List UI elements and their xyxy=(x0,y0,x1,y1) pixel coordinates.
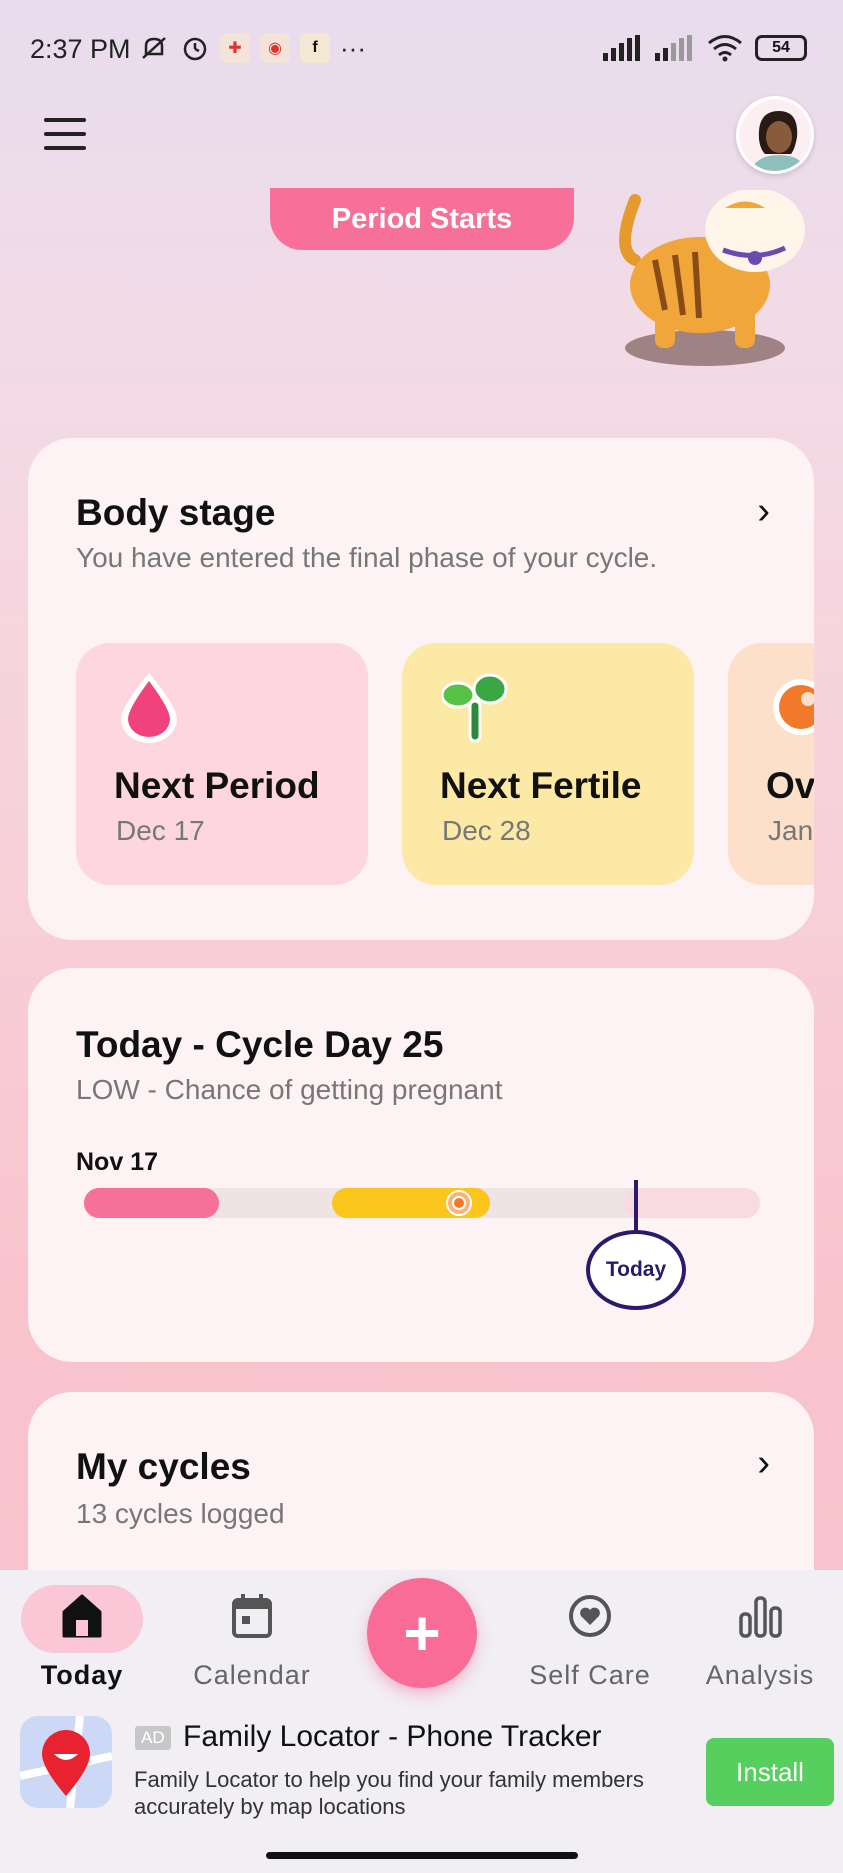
signal-icon xyxy=(603,35,640,61)
avatar[interactable] xyxy=(736,96,814,174)
signal-icon xyxy=(655,35,692,61)
home-icon xyxy=(62,1594,102,1638)
chevron-right-icon[interactable]: › xyxy=(757,1442,770,1485)
today-marker-line xyxy=(634,1180,638,1236)
ad-title[interactable]: Family Locator - Phone Tracker xyxy=(183,1720,602,1754)
next-ovulation-card[interactable]: Ovu Jan xyxy=(728,643,814,885)
body-stage-title: Body stage xyxy=(76,492,276,533)
avatar-image xyxy=(739,99,811,171)
nav-calendar[interactable]: Calendar xyxy=(172,1570,332,1710)
cycle-day-title: Today - Cycle Day 25 xyxy=(76,1024,444,1065)
family-locator-app-icon xyxy=(20,1716,112,1808)
calendar-icon xyxy=(232,1594,272,1638)
install-button[interactable]: Install xyxy=(706,1738,834,1806)
heart-icon xyxy=(569,1595,611,1637)
ovulation-icon xyxy=(773,679,814,735)
mute-bell-icon xyxy=(142,37,166,59)
today-marker-bubble[interactable]: Today xyxy=(586,1230,686,1310)
ovulation-marker-icon xyxy=(446,1190,472,1216)
cat-mascot-illustration xyxy=(619,190,805,366)
nav-self-care[interactable]: Self Care xyxy=(510,1570,670,1710)
next-period-date: Dec 17 xyxy=(116,815,205,846)
period-segment xyxy=(84,1188,219,1218)
chevron-right-icon[interactable]: › xyxy=(757,490,770,533)
ad-description: Family Locator to help you find your fam… xyxy=(134,1767,644,1819)
home-indicator[interactable] xyxy=(266,1852,578,1859)
pregnancy-chance-text: LOW - Chance of getting pregnant xyxy=(76,1074,503,1105)
nav-today[interactable]: Today xyxy=(2,1570,162,1710)
status-time: 2:37 PM xyxy=(30,34,131,64)
today-cycle-card[interactable]: Today - Cycle Day 25 LOW - Chance of get… xyxy=(28,968,814,1362)
my-cycles-title: My cycles xyxy=(76,1446,251,1487)
next-fertile-card[interactable]: Next Fertile Dec 28 xyxy=(402,643,694,885)
next-ovulation-date: Jan xyxy=(768,815,814,846)
facebook-icon: f xyxy=(300,33,330,63)
status-bar: 2:37 PM ✚ ◉ f ··· 54 xyxy=(0,0,843,100)
add-button[interactable]: + xyxy=(367,1578,477,1688)
ad-badge: AD xyxy=(135,1726,171,1750)
ad-banner[interactable]: AD Family Locator - Phone Tracker Family… xyxy=(0,1710,843,1873)
menu-icon[interactable] xyxy=(44,118,86,152)
cycles-logged-text: 13 cycles logged xyxy=(76,1498,285,1529)
next-period-title: Next Period xyxy=(114,765,320,806)
nav-today-label: Today xyxy=(40,1660,124,1690)
body-stage-card[interactable]: Body stage › You have entered the final … xyxy=(28,438,814,940)
cycle-start-date: Nov 17 xyxy=(76,1148,158,1176)
period-starts-banner[interactable]: Period Starts xyxy=(270,188,574,250)
next-fertile-date: Dec 28 xyxy=(442,815,531,846)
status-notification-icons: ✚ ◉ f ··· xyxy=(138,32,366,64)
body-stage-subtitle: You have entered the final phase of your… xyxy=(76,542,658,573)
nav-analysis[interactable]: Analysis xyxy=(680,1570,840,1710)
wifi-icon xyxy=(708,35,742,62)
drop-icon xyxy=(121,673,177,743)
more-notifications-icon: ··· xyxy=(340,32,366,63)
remaining-segment xyxy=(624,1188,760,1218)
app-notification-icon: ✚ xyxy=(220,33,250,63)
battery-indicator: 54 xyxy=(755,35,807,61)
next-fertile-title: Next Fertile xyxy=(440,765,642,806)
nav-self-care-label: Self Care xyxy=(529,1660,651,1690)
next-ovulation-title: Ovu xyxy=(766,765,814,806)
bar-chart-icon xyxy=(739,1596,782,1638)
app-notification-icon: ◉ xyxy=(260,33,290,63)
sprout-icon xyxy=(442,673,508,743)
stage-cards-row: Next Period Dec 17 Next Fertile Dec 28 O… xyxy=(76,643,814,888)
nav-analysis-label: Analysis xyxy=(705,1660,815,1690)
alarm-icon xyxy=(183,37,207,61)
next-period-card[interactable]: Next Period Dec 17 xyxy=(76,643,368,885)
nav-calendar-label: Calendar xyxy=(193,1660,311,1690)
status-system-icons: 54 xyxy=(603,34,807,62)
cycle-timeline xyxy=(84,1188,760,1218)
